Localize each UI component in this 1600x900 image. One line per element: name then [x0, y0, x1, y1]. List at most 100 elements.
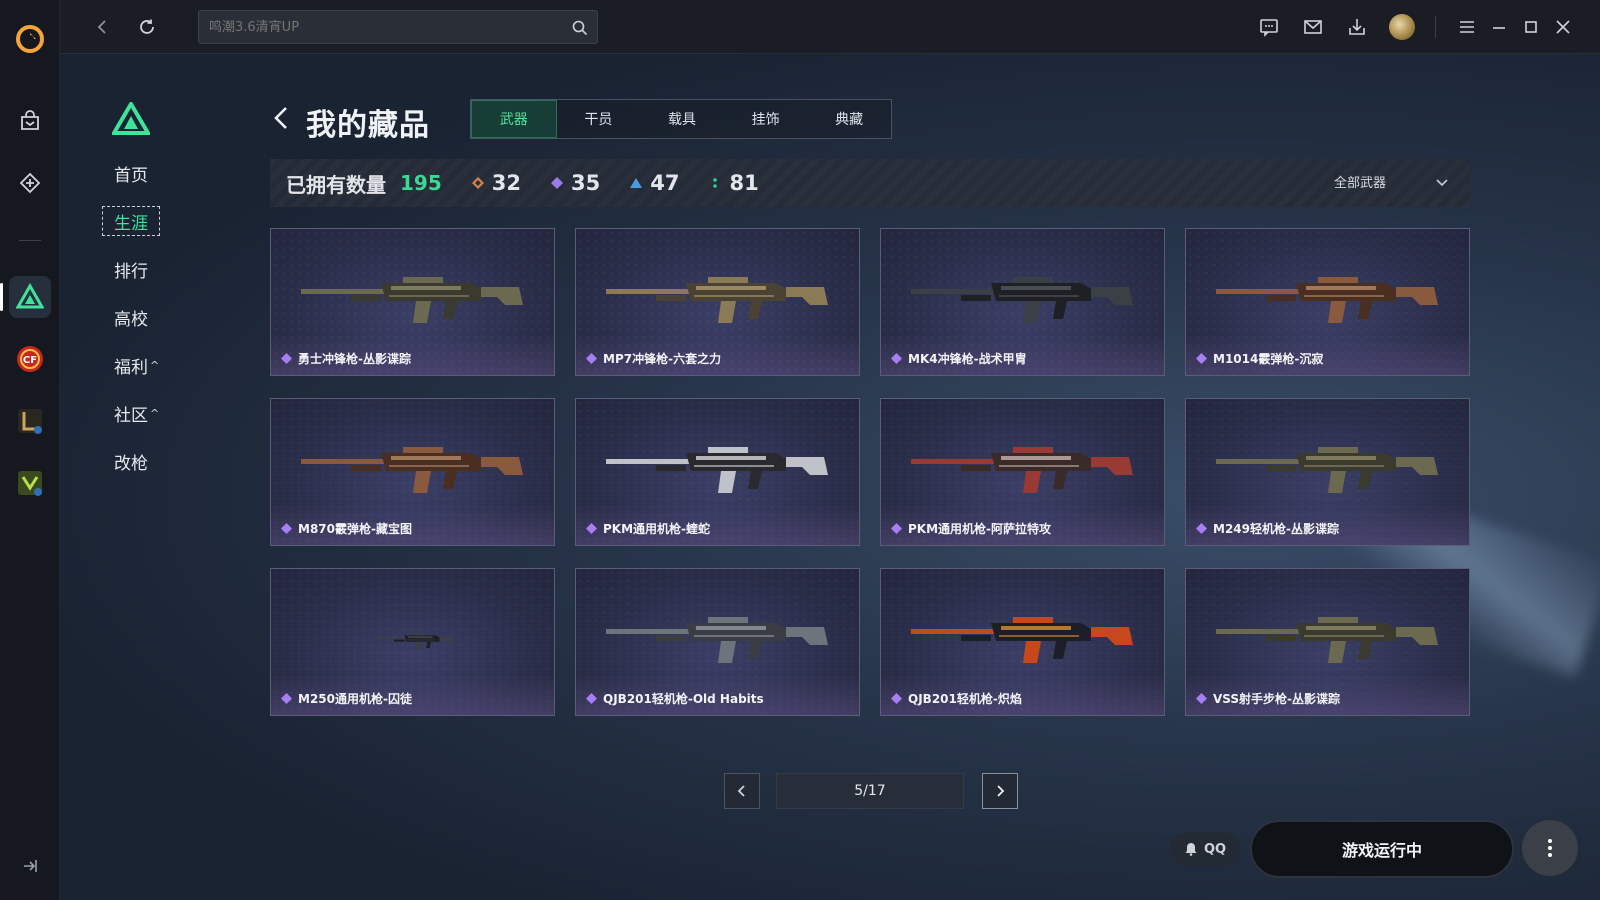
- next-page-button[interactable]: [982, 773, 1018, 809]
- subnav-item-label: 福利: [114, 357, 148, 378]
- subnav-item-label: 社区: [114, 405, 148, 426]
- search-box[interactable]: [198, 10, 598, 44]
- qq-label: QQ: [1203, 841, 1227, 857]
- maximize-icon[interactable]: [1516, 12, 1546, 42]
- subnav-item-home[interactable]: 首页: [100, 158, 190, 188]
- delta-force-game-icon[interactable]: [9, 276, 51, 318]
- page-back-icon[interactable]: [270, 104, 292, 132]
- tier-diamond-icon: [1196, 353, 1207, 364]
- tier-diamond-icon: [1196, 693, 1207, 704]
- crossfire-game-icon[interactable]: CF: [9, 338, 51, 380]
- tier-stat-purple: 35: [550, 171, 601, 195]
- more-options-button[interactable]: [1522, 820, 1578, 876]
- valorant-game-icon[interactable]: [9, 462, 51, 504]
- caret-up-icon: ^: [150, 358, 160, 372]
- store-bag-icon[interactable]: [9, 100, 51, 142]
- search-input[interactable]: [209, 11, 559, 43]
- subnav-item-label: 改枪: [114, 453, 148, 474]
- tab-operators[interactable]: 干员: [557, 100, 641, 138]
- item-name: QJB201轻机枪-炽焰: [908, 692, 1022, 706]
- user-avatar[interactable]: [1389, 14, 1415, 40]
- tier-diamond-icon: [281, 353, 292, 364]
- weapon-image: [1216, 447, 1438, 493]
- collection-card[interactable]: M870霰弹枪-藏宝图: [270, 398, 555, 546]
- collection-card[interactable]: VSS射手步枪-丛影谍踪: [1185, 568, 1470, 716]
- weapon-filter-dropdown[interactable]: 全部武器: [1334, 172, 1450, 191]
- weapon-image: [301, 447, 523, 493]
- collection-card[interactable]: M1014霰弹枪-沉寂: [1185, 228, 1470, 376]
- collection-card[interactable]: PKM通用机枪-蝰蛇: [575, 398, 860, 546]
- league-game-icon[interactable]: [9, 400, 51, 442]
- subnav-item-career[interactable]: 生涯: [102, 206, 160, 236]
- item-name: PKM通用机枪-阿萨拉特攻: [908, 522, 1052, 536]
- tab-weapons[interactable]: 武器: [471, 100, 557, 138]
- weapon-image: [606, 617, 828, 663]
- orange-diamond-icon: [471, 177, 484, 189]
- tier-diamond-icon: [586, 353, 597, 364]
- item-name: QJB201轻机枪-Old Habits: [603, 692, 764, 706]
- subnav-item-ranking[interactable]: 排行: [100, 254, 190, 284]
- page-title: 我的藏品: [306, 108, 430, 143]
- minimize-icon[interactable]: [1484, 12, 1514, 42]
- item-name: M1014霰弹枪-沉寂: [1213, 352, 1324, 366]
- item-name: PKM通用机枪-蝰蛇: [603, 522, 711, 536]
- tab-charms[interactable]: 挂饰: [724, 100, 808, 138]
- tier-diamond-icon: [586, 523, 597, 534]
- chevron-left-icon: [737, 785, 745, 797]
- message-icon[interactable]: [1254, 12, 1284, 42]
- caret-up-icon: ^: [150, 406, 160, 420]
- collection-card[interactable]: PKM通用机枪-阿萨拉特攻: [880, 398, 1165, 546]
- chevron-down-icon: [1436, 178, 1448, 186]
- weapon-image: [911, 447, 1133, 493]
- tab-vehicles[interactable]: 载具: [640, 100, 724, 138]
- weapon-image: [911, 277, 1133, 323]
- category-tabs: 武器 干员 载具 挂饰 典藏: [470, 99, 892, 139]
- blue-triangle-icon: [630, 178, 643, 188]
- qq-notify-button[interactable]: QQ: [1170, 832, 1240, 866]
- weapon-image: [911, 617, 1133, 663]
- app-logo-icon[interactable]: [9, 18, 51, 60]
- download-icon[interactable]: [1342, 12, 1372, 42]
- tier-count: 35: [570, 171, 601, 195]
- collapse-sidebar-icon[interactable]: [20, 856, 40, 876]
- collection-card[interactable]: QJB201轻机枪-炽焰: [880, 568, 1165, 716]
- nav-back-icon[interactable]: [88, 12, 118, 42]
- game-tag-icon[interactable]: [9, 162, 51, 204]
- item-name: VSS射手步枪-丛影谍踪: [1213, 692, 1341, 706]
- weapon-image: [606, 277, 828, 323]
- subnav-item-college[interactable]: 高校: [100, 302, 190, 332]
- collection-card[interactable]: 勇士冲锋枪-丛影谍踪: [270, 228, 555, 376]
- subnav-item-welfare[interactable]: 福利 ^: [100, 350, 190, 380]
- collection-card[interactable]: M249轻机枪-丛影谍踪: [1185, 398, 1470, 546]
- item-name: 勇士冲锋枪-丛影谍踪: [298, 352, 411, 366]
- refresh-icon[interactable]: [132, 12, 162, 42]
- subnav-item-label: 高校: [114, 309, 148, 330]
- rail-divider: [19, 240, 41, 241]
- collection-card[interactable]: M250通用机枪-囚徒: [270, 568, 555, 716]
- item-name: MP7冲锋枪-六套之力: [603, 352, 722, 366]
- weapon-image: [1216, 277, 1438, 323]
- chevron-right-icon: [997, 785, 1005, 797]
- tier-diamond-icon: [891, 523, 902, 534]
- collection-card[interactable]: QJB201轻机枪-Old Habits: [575, 568, 860, 716]
- game-running-button[interactable]: 游戏运行中: [1250, 820, 1514, 878]
- svg-text:CF: CF: [23, 355, 37, 366]
- search-icon[interactable]: [571, 19, 589, 37]
- tier-diamond-icon: [586, 693, 597, 704]
- weapon-image: [376, 633, 455, 650]
- collection-card[interactable]: MK4冲锋枪-战术甲胄: [880, 228, 1165, 376]
- delta-force-logo-icon: [110, 100, 152, 136]
- subnav-item-community[interactable]: 社区 ^: [100, 398, 190, 428]
- item-name: M870霰弹枪-藏宝图: [298, 522, 412, 536]
- tab-collection[interactable]: 典藏: [807, 100, 891, 138]
- page-indicator: 5/17: [776, 773, 964, 809]
- menu-icon[interactable]: [1452, 12, 1482, 42]
- subnav-item-gunsmith[interactable]: 改枪: [100, 446, 190, 476]
- subnav-item-label: 排行: [114, 261, 148, 282]
- close-icon[interactable]: [1548, 12, 1578, 42]
- collection-card[interactable]: MP7冲锋枪-六套之力: [575, 228, 860, 376]
- prev-page-button[interactable]: [724, 773, 760, 809]
- top-bar: [60, 0, 1600, 54]
- filter-label: 全部武器: [1333, 176, 1386, 191]
- mail-icon[interactable]: [1298, 12, 1328, 42]
